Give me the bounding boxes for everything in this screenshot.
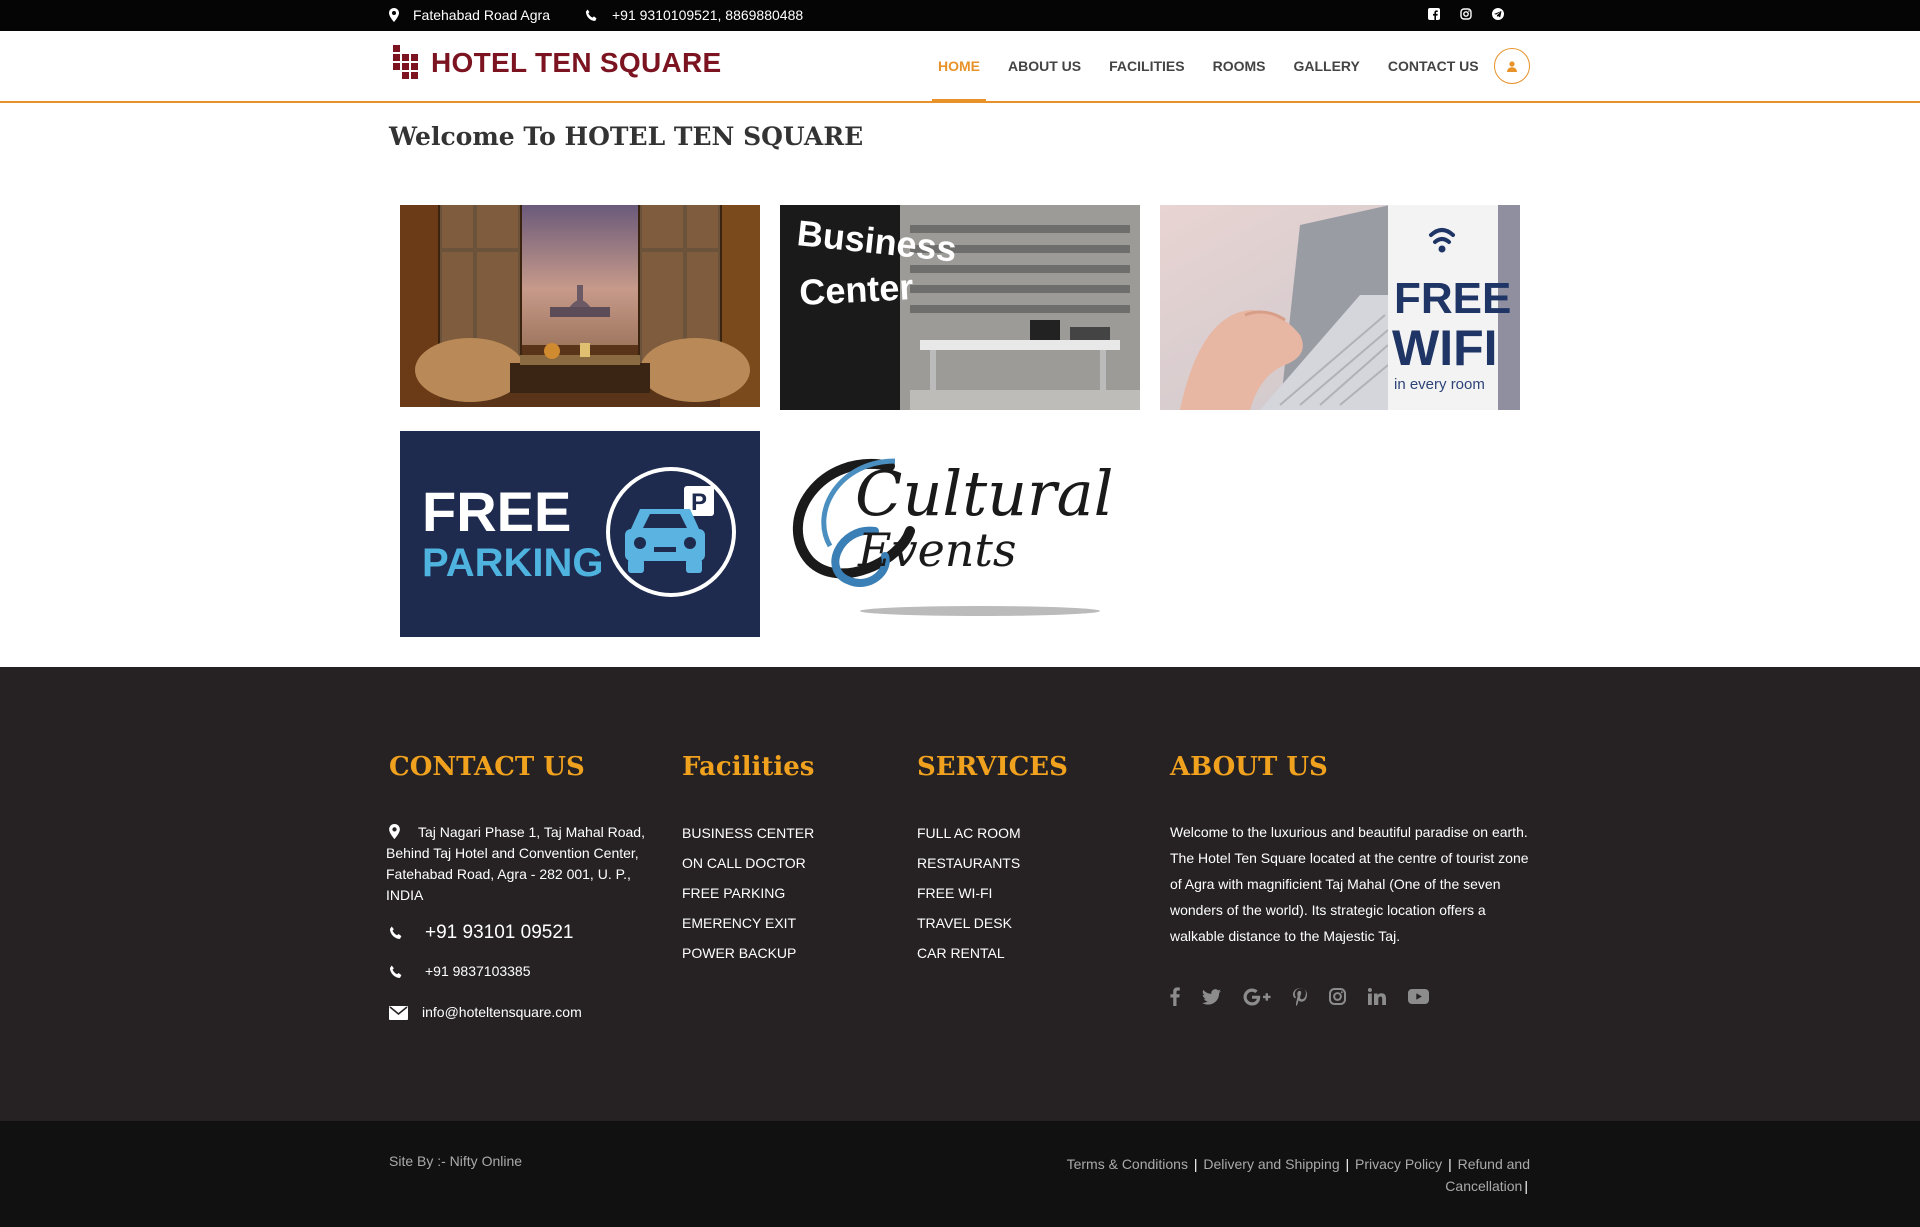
free-parking-image: FREE PARKING P [400, 431, 760, 637]
instagram-icon[interactable] [1460, 8, 1472, 20]
free-wifi-image: FREE WIFI in every room [1160, 205, 1520, 410]
link-separator: | [1345, 1156, 1350, 1172]
site-credit[interactable]: Site By :- Nifty Online [389, 1153, 522, 1169]
topbar-phone-numbers: +91 9310109521, 8869880488 [612, 7, 804, 23]
footer-facility-item[interactable]: ON CALL DOCTOR [682, 848, 902, 878]
wifi-line2: WIFI [1392, 320, 1498, 376]
footer-address-text: Taj Nagari Phase 1, Taj Mahal Road, Behi… [386, 824, 645, 903]
delivery-shipping-link[interactable]: Delivery and Shipping [1203, 1156, 1339, 1172]
footer-social-links [1170, 987, 1540, 1006]
main-nav: HOME ABOUT US FACILITIES ROOMS GALLERY C… [924, 31, 1493, 103]
cultural-events-image: Cultural Events [780, 431, 1140, 637]
footer-services-list: FULL AC ROOM RESTAURANTS FREE WI-FI TRAV… [917, 818, 1137, 968]
telegram-icon[interactable] [1492, 8, 1504, 20]
twitter-icon[interactable] [1202, 988, 1221, 1005]
pinterest-icon[interactable] [1293, 987, 1307, 1006]
phone-icon [389, 965, 402, 978]
footer-about-column: ABOUT US Welcome to the luxurious and be… [1170, 752, 1540, 1006]
footer-phone-2[interactable]: +91 9837103385 [389, 961, 659, 982]
tile-cultural-events[interactable]: Cultural Events [780, 431, 1140, 637]
footer-about-text: Welcome to the luxurious and beautiful p… [1170, 824, 1529, 944]
parking-line2: PARKING [422, 541, 603, 585]
linkedin-icon[interactable] [1368, 988, 1386, 1005]
facebook-icon[interactable] [1428, 8, 1440, 20]
youtube-icon[interactable] [1408, 989, 1429, 1004]
wifi-line3: in every room [1394, 376, 1485, 393]
nav-rooms[interactable]: ROOMS [1199, 31, 1280, 101]
policy-links: Terms & Conditions | Delivery and Shippi… [1040, 1153, 1530, 1197]
tile-business-center[interactable]: Business Center [780, 205, 1140, 410]
envelope-icon [389, 1005, 408, 1020]
footer-service-item[interactable]: RESTAURANTS [917, 848, 1137, 878]
footer-facility-item[interactable]: FREE PARKING [682, 878, 902, 908]
user-icon [1507, 60, 1517, 72]
map-marker-icon [389, 8, 399, 22]
instagram-icon[interactable] [1329, 988, 1346, 1005]
footer-facilities-title: Facilities [682, 752, 815, 782]
footer-address: Taj Nagari Phase 1, Taj Mahal Road, Behi… [386, 822, 659, 906]
footer-facilities-list: BUSINESS CENTER ON CALL DOCTOR FREE PARK… [682, 818, 902, 968]
topbar-location: Fatehabad Road Agra [389, 7, 550, 23]
parking-line1: FREE [422, 480, 571, 543]
footer-contact-title: CONTACT US [389, 752, 585, 782]
link-separator: | [1448, 1156, 1452, 1172]
footer-services-title: SERVICES [917, 752, 1068, 782]
topbar-social-links [1428, 8, 1504, 20]
footer-services-column: SERVICES FULL AC ROOM RESTAURANTS FREE W… [917, 752, 1137, 968]
terms-link[interactable]: Terms & Conditions [1067, 1156, 1188, 1172]
nav-about-us[interactable]: ABOUT US [994, 31, 1095, 101]
wifi-line1: FREE [1394, 274, 1511, 323]
user-account-button[interactable] [1494, 48, 1530, 84]
link-separator: | [1524, 1178, 1528, 1194]
welcome-heading: Welcome To HOTEL TEN SQUARE [389, 122, 864, 151]
main-header: HOTEL TEN SQUARE HOME ABOUT US FACILITIE… [0, 31, 1920, 103]
footer-service-item[interactable]: FULL AC ROOM [917, 818, 1137, 848]
privacy-policy-link[interactable]: Privacy Policy [1355, 1156, 1442, 1172]
google-plus-icon[interactable] [1243, 988, 1271, 1006]
footer-facility-item[interactable]: BUSINESS CENTER [682, 818, 902, 848]
tile-luxury-room[interactable] [400, 205, 760, 407]
cultural-line1: Cultural [855, 457, 1113, 530]
logo-mark-icon [393, 45, 418, 79]
luxury-room-image [400, 205, 760, 407]
business-line2: Center [798, 266, 914, 313]
phone-icon [389, 926, 402, 939]
footer-email-text: info@hoteltensquare.com [422, 1004, 582, 1020]
footer-service-item[interactable]: FREE WI-FI [917, 878, 1137, 908]
footer-about-title: ABOUT US [1170, 752, 1328, 782]
site-logo[interactable]: HOTEL TEN SQUARE [393, 45, 722, 81]
nav-gallery[interactable]: GALLERY [1279, 31, 1373, 101]
nav-home[interactable]: HOME [924, 31, 994, 103]
footer-phone-1[interactable]: +91 93101 09521 [389, 922, 659, 943]
footer-service-item[interactable]: CAR RENTAL [917, 938, 1137, 968]
footer-contact-column: CONTACT US Taj Nagari Phase 1, Taj Mahal… [386, 752, 659, 1023]
topbar-phone[interactable]: +91 9310109521, 8869880488 [585, 7, 803, 23]
topbar-address: Fatehabad Road Agra [413, 7, 550, 23]
business-center-image: Business Center [780, 205, 1140, 410]
footer-email[interactable]: info@hoteltensquare.com [389, 1002, 659, 1023]
link-separator: | [1193, 1156, 1198, 1172]
refund-cancellation-link[interactable]: Refund and Cancellation [1445, 1156, 1530, 1194]
tile-free-parking[interactable]: FREE PARKING P [400, 431, 760, 637]
footer-service-item[interactable]: TRAVEL DESK [917, 908, 1137, 938]
footer-facility-item[interactable]: EMERENCY EXIT [682, 908, 902, 938]
phone-icon [585, 9, 597, 21]
footer-facilities-column: Facilities BUSINESS CENTER ON CALL DOCTO… [682, 752, 902, 968]
footer-facility-item[interactable]: POWER BACKUP [682, 938, 902, 968]
cultural-line2: Events [857, 523, 1017, 577]
brand-name: HOTEL TEN SQUARE [431, 47, 722, 78]
footer-phone-1-text: +91 93101 09521 [425, 922, 574, 943]
site-footer: CONTACT US Taj Nagari Phase 1, Taj Mahal… [0, 667, 1920, 1121]
tile-free-wifi[interactable]: FREE WIFI in every room [1160, 205, 1520, 410]
facebook-icon[interactable] [1170, 987, 1180, 1006]
parking-sign-letter: P [691, 489, 707, 516]
bottom-bar: Site By :- Nifty Online Terms & Conditio… [0, 1121, 1920, 1227]
footer-phone-2-text: +91 9837103385 [425, 963, 531, 979]
top-bar: Fatehabad Road Agra +91 9310109521, 8869… [0, 0, 1920, 31]
nav-facilities[interactable]: FACILITIES [1095, 31, 1198, 101]
nav-contact-us[interactable]: CONTACT US [1374, 31, 1493, 101]
